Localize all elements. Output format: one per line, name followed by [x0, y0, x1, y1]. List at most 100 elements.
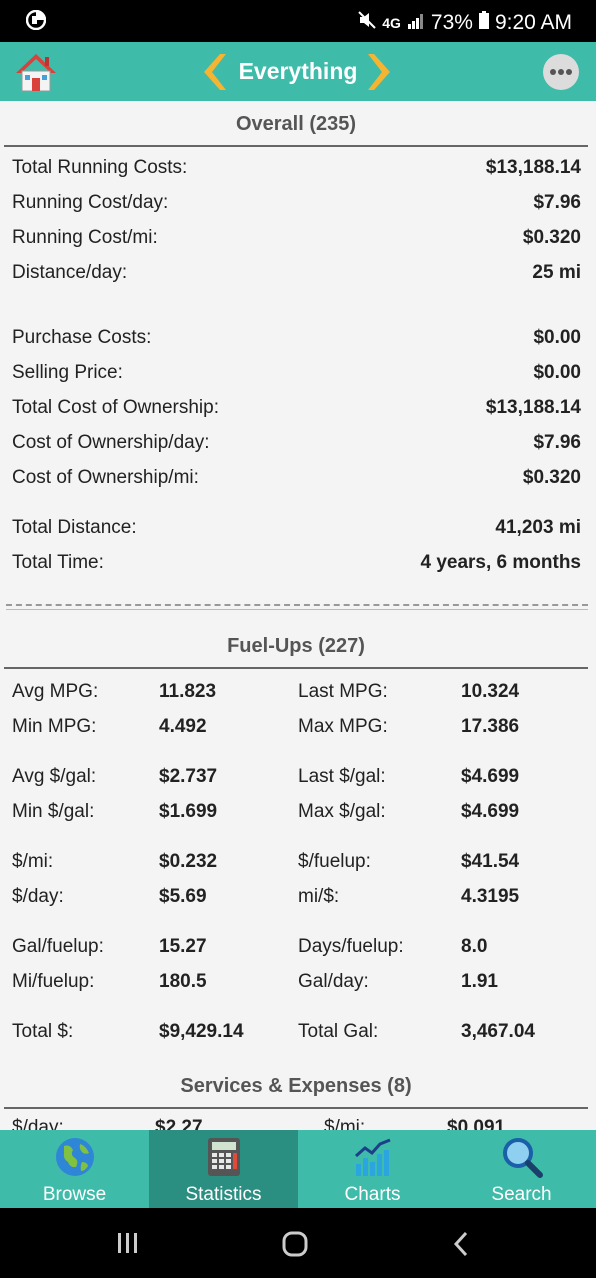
- stat-label: Cost of Ownership/mi:: [12, 467, 199, 488]
- tab-label: Statistics: [185, 1184, 262, 1205]
- stat-row: Total Cost of Ownership: $13,188.14: [12, 397, 581, 421]
- statistics-content[interactable]: Overall (235) Total Running Costs: $13,18…: [0, 101, 596, 1130]
- stat-label: Total Cost of Ownership:: [12, 397, 219, 418]
- stat-value: $7.96: [533, 432, 581, 453]
- vehicle-title[interactable]: Everything: [230, 58, 366, 85]
- stat-label: Gal/fuelup:: [12, 936, 104, 957]
- stat-value: $9,429.14: [159, 1021, 244, 1042]
- stat-label: Last MPG:: [298, 681, 388, 702]
- stat-value: 25 mi: [532, 262, 581, 283]
- stat-value: $0.00: [533, 362, 581, 383]
- stat-row: Cost of Ownership/day: $7.96: [12, 432, 581, 456]
- stat-value: $2.27: [155, 1117, 203, 1130]
- stat-value: $5.69: [159, 886, 207, 907]
- signal-icon: [407, 11, 425, 35]
- bottom-navigation: Browse Statistics Charts Search: [0, 1130, 596, 1208]
- stat-value: $1.699: [159, 801, 218, 822]
- stat-value: $0.232: [159, 851, 218, 872]
- stat-value: 180.5: [159, 971, 207, 992]
- stat-value: $2.737: [159, 766, 218, 787]
- stat-label: Days/fuelup:: [298, 936, 404, 957]
- stat-label: Total Time:: [12, 552, 104, 573]
- stat-label: mi/$:: [298, 886, 340, 907]
- stat-label: Last $/gal:: [298, 766, 386, 787]
- stat-row: Total Running Costs: $13,188.14: [12, 157, 581, 181]
- stat-label: Cost of Ownership/day:: [12, 432, 210, 453]
- stat-label: $/day:: [12, 1117, 64, 1130]
- more-dots-icon: [550, 69, 556, 75]
- tab-label: Search: [491, 1184, 552, 1205]
- stat-label: Max MPG:: [298, 716, 388, 737]
- chevron-right-icon: [368, 54, 390, 90]
- stat-label: Mi/fuelup:: [12, 971, 95, 992]
- stat-value: $0.00: [533, 327, 581, 348]
- overall-header: Overall (235): [4, 113, 588, 147]
- stat-row: Purchase Costs: $0.00: [12, 327, 581, 351]
- stat-value: $0.320: [522, 227, 581, 248]
- tab-search[interactable]: Search: [447, 1130, 596, 1208]
- tab-label: Charts: [344, 1184, 401, 1205]
- status-bar: 4G 73% 9:20 AM: [0, 0, 596, 42]
- stat-row: Total Time: 4 years, 6 months: [12, 552, 581, 576]
- tab-charts[interactable]: Charts: [298, 1130, 447, 1208]
- fuelups-header: Fuel-Ups (227): [4, 635, 588, 669]
- home-nav-icon[interactable]: [282, 1231, 308, 1257]
- stat-label: Gal/day:: [298, 971, 369, 992]
- stat-value: $13,188.14: [485, 397, 581, 418]
- stat-value: 8.0: [461, 936, 488, 957]
- stat-label: $/mi:: [324, 1117, 366, 1130]
- stat-value: $13,188.14: [485, 157, 581, 178]
- stat-label: Distance/day:: [12, 262, 128, 283]
- stat-label: Total $:: [12, 1021, 74, 1042]
- network-type: 4G: [382, 15, 401, 31]
- stat-label: Avg MPG:: [12, 681, 99, 702]
- services-header: Services & Expenses (8): [4, 1075, 588, 1109]
- stat-label: Running Cost/mi:: [12, 227, 158, 248]
- stat-label: Max $/gal:: [298, 801, 386, 822]
- stat-value: 15.27: [159, 936, 207, 957]
- more-options-button[interactable]: [543, 54, 579, 90]
- stat-value: 41,203 mi: [495, 517, 581, 538]
- back-icon[interactable]: [452, 1231, 470, 1257]
- globe-icon: [56, 1138, 94, 1176]
- stat-label: Min MPG:: [12, 716, 97, 737]
- stat-value: 3,467.04: [461, 1021, 535, 1042]
- stat-value: 4 years, 6 months: [420, 552, 581, 573]
- stat-label: Purchase Costs:: [12, 327, 152, 348]
- stat-row: Selling Price: $0.00: [12, 362, 581, 386]
- next-vehicle-button[interactable]: [366, 52, 396, 92]
- clock: 9:20 AM: [494, 11, 572, 34]
- app-bar: Everything: [0, 42, 596, 101]
- mute-icon: [358, 11, 376, 35]
- stat-label: $/fuelup:: [298, 851, 371, 872]
- stat-value: $4.699: [461, 766, 520, 787]
- stat-row: Total Distance: 41,203 mi: [12, 517, 581, 541]
- home-button[interactable]: [14, 51, 58, 93]
- stat-label: Total Running Costs:: [12, 157, 188, 178]
- stat-label: Selling Price:: [12, 362, 123, 383]
- stat-value: 11.823: [159, 681, 217, 702]
- stat-label: Total Gal:: [298, 1021, 379, 1042]
- recent-apps-icon[interactable]: [116, 1232, 140, 1254]
- section-divider: [6, 604, 588, 610]
- tab-browse[interactable]: Browse: [0, 1130, 149, 1208]
- app-notification-icon: [25, 9, 47, 35]
- stat-row: Running Cost/mi: $0.320: [12, 227, 581, 251]
- stat-value: 4.3195: [461, 886, 520, 907]
- stat-label: Min $/gal:: [12, 801, 95, 822]
- stat-row: Distance/day: 25 mi: [12, 262, 581, 286]
- stat-value: $4.699: [461, 801, 520, 822]
- stat-value: $0.091: [447, 1117, 506, 1130]
- home-icon: [16, 54, 56, 92]
- tab-label: Browse: [42, 1184, 107, 1205]
- chevron-left-icon: [204, 54, 226, 90]
- more-dot: [558, 69, 564, 75]
- stat-label: Running Cost/day:: [12, 192, 169, 213]
- stat-value: 17.386: [461, 716, 520, 737]
- stat-label: Avg $/gal:: [12, 766, 97, 787]
- previous-vehicle-button[interactable]: [198, 52, 228, 92]
- stat-value: 4.492: [159, 716, 207, 737]
- tab-statistics[interactable]: Statistics: [149, 1130, 298, 1208]
- stat-value: 1.91: [461, 971, 498, 992]
- stat-row: Cost of Ownership/mi: $0.320: [12, 467, 581, 491]
